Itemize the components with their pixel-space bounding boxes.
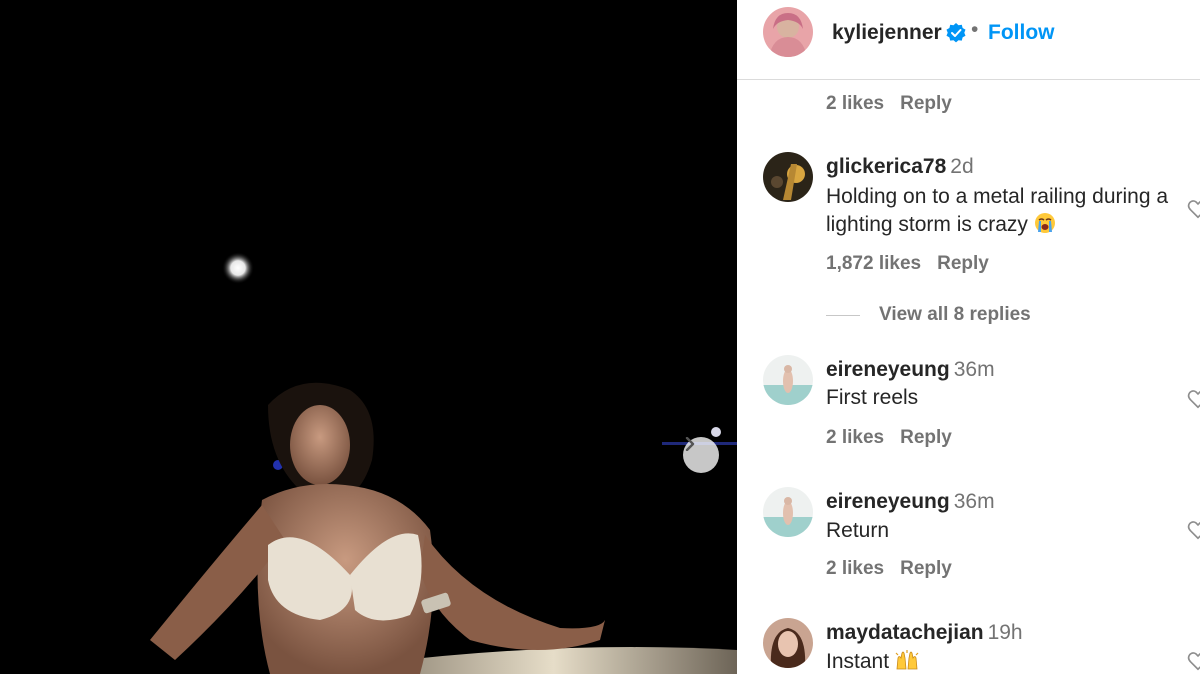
commenter-avatar[interactable] <box>763 487 813 537</box>
likes-count[interactable]: 2 likes <box>826 93 884 114</box>
commenter-avatar[interactable] <box>763 618 813 668</box>
heart-outline-icon[interactable] <box>1187 519 1200 541</box>
post-media[interactable] <box>0 0 737 674</box>
comment-username[interactable]: eireneyeung 36m <box>826 490 995 514</box>
author-username[interactable]: kyliejenner <box>832 21 942 45</box>
view-replies-button[interactable]: View all 8 replies <box>826 304 1031 326</box>
loudly-crying-face-icon <box>1034 213 1055 233</box>
post-header: kyliejenner • Follow <box>737 0 1200 80</box>
separator-dot: • <box>971 18 979 41</box>
commenter-avatar[interactable] <box>763 355 813 405</box>
comment-username[interactable]: maydatachejian 19h <box>826 621 1023 645</box>
comment-meta: 1,872 likes Reply <box>826 253 989 275</box>
replies-divider <box>826 314 860 316</box>
next-slide-button[interactable] <box>683 437 719 473</box>
heart-outline-icon[interactable] <box>1187 198 1200 220</box>
comment-text: Return <box>826 519 890 542</box>
likes-count[interactable]: 2 likes <box>826 427 884 448</box>
comment-text: Instant <box>826 648 1186 674</box>
heart-outline-icon[interactable] <box>1187 650 1200 672</box>
comment-meta: 2 likes Reply <box>826 427 952 449</box>
comment-time: 36m <box>953 358 995 381</box>
commenter-avatar[interactable] <box>763 152 813 202</box>
heart-outline-icon[interactable] <box>1187 388 1200 410</box>
reply-button[interactable]: Reply <box>900 427 952 448</box>
author-avatar[interactable] <box>763 7 813 57</box>
raising-hands-icon <box>895 650 919 670</box>
likes-count[interactable]: 2 likes <box>826 558 884 579</box>
post-photo <box>0 0 737 674</box>
comment-meta: 2 likes Reply <box>826 93 952 115</box>
likes-count[interactable]: 1,872 likes <box>826 253 921 274</box>
verified-badge-icon <box>946 23 966 43</box>
comment-meta: 2 likes Reply <box>826 558 952 580</box>
comment-username[interactable]: eireneyeung 36m <box>826 358 995 382</box>
comment-time: 2d <box>950 155 974 178</box>
comment-username[interactable]: glickerica78 2d <box>826 155 974 179</box>
comments-panel: kyliejenner • Follow 2 likes Reply glicke… <box>737 0 1200 674</box>
comment-time: 19h <box>987 621 1023 644</box>
comment-time: 36m <box>953 490 995 513</box>
reply-button[interactable]: Reply <box>900 93 952 114</box>
chevron-right-icon <box>685 437 695 451</box>
comment-text: Holding on to a metal railing during a l… <box>826 185 1169 236</box>
follow-button[interactable]: Follow <box>988 21 1055 45</box>
reply-button[interactable]: Reply <box>937 253 989 274</box>
reply-button[interactable]: Reply <box>900 558 952 579</box>
comment-text: First reels <box>826 386 919 409</box>
